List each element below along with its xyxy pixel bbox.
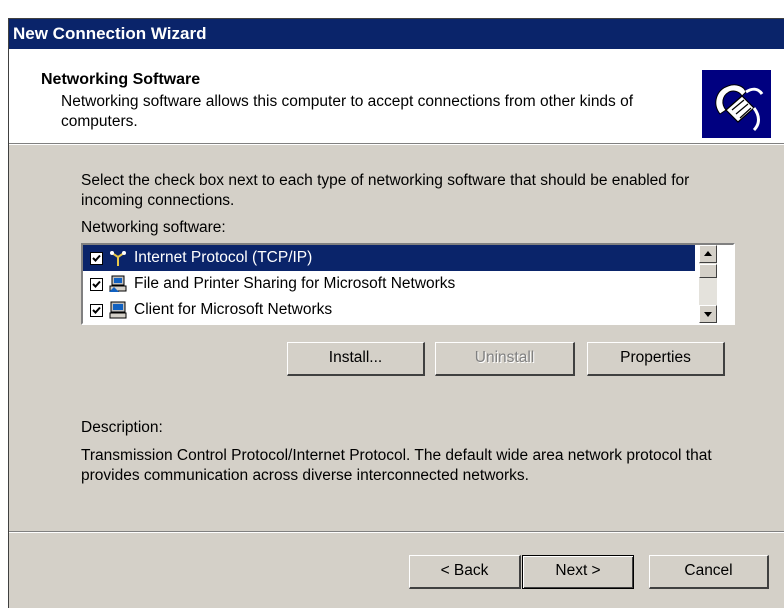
description-label: Description: [81, 419, 163, 436]
checkbox-client-ms-networks[interactable] [90, 303, 103, 317]
header-title: Networking Software [41, 71, 201, 88]
next-button[interactable]: Next > [522, 555, 634, 589]
window-titlebar[interactable]: New Connection Wizard [9, 19, 784, 49]
protocol-icon [109, 249, 127, 267]
client-icon [109, 301, 127, 319]
list-item-label: Client for Microsoft Networks [134, 301, 333, 318]
list-item-tcpip[interactable]: Internet Protocol (TCP/IP) [83, 245, 695, 271]
checkbox-tcpip[interactable] [90, 251, 103, 265]
header-description: Networking software allows this computer… [61, 93, 634, 130]
footer-divider-highlight [9, 532, 784, 533]
description-text: Transmission Control Protocol/Internet P… [81, 447, 712, 484]
intro-text: Select the check box next to each type o… [81, 172, 690, 209]
list-item-label: File and Printer Sharing for Microsoft N… [134, 275, 456, 292]
sharing-icon [109, 275, 127, 293]
networking-software-list[interactable]: Internet Protocol (TCP/IP) File and Prin… [81, 243, 735, 325]
list-item-client-ms-networks[interactable]: Client for Microsoft Networks [83, 297, 695, 323]
list-scrollbar[interactable] [699, 245, 717, 323]
wizard-window: New Connection Wizard Networking Softwar… [8, 18, 784, 608]
uninstall-button[interactable]: Uninstall [435, 342, 575, 376]
arrow-down-icon [704, 312, 712, 317]
network-wizard-icon [702, 70, 771, 138]
checkbox-file-printer-sharing[interactable] [90, 277, 103, 291]
cancel-button[interactable]: Cancel [649, 555, 769, 589]
list-item-file-printer-sharing[interactable]: File and Printer Sharing for Microsoft N… [83, 271, 695, 297]
scroll-down-button[interactable] [699, 305, 717, 323]
properties-button[interactable]: Properties [587, 342, 725, 376]
wizard-header: Networking Software Networking software … [9, 49, 784, 144]
back-button[interactable]: < Back [409, 555, 521, 589]
networking-software-label: Networking software: [81, 219, 226, 236]
scroll-thumb[interactable] [699, 264, 717, 278]
arrow-up-icon [704, 251, 712, 256]
header-divider [9, 144, 784, 145]
list-item-label: Internet Protocol (TCP/IP) [134, 249, 313, 266]
scroll-up-button[interactable] [699, 245, 717, 263]
install-button[interactable]: Install... [287, 342, 425, 376]
